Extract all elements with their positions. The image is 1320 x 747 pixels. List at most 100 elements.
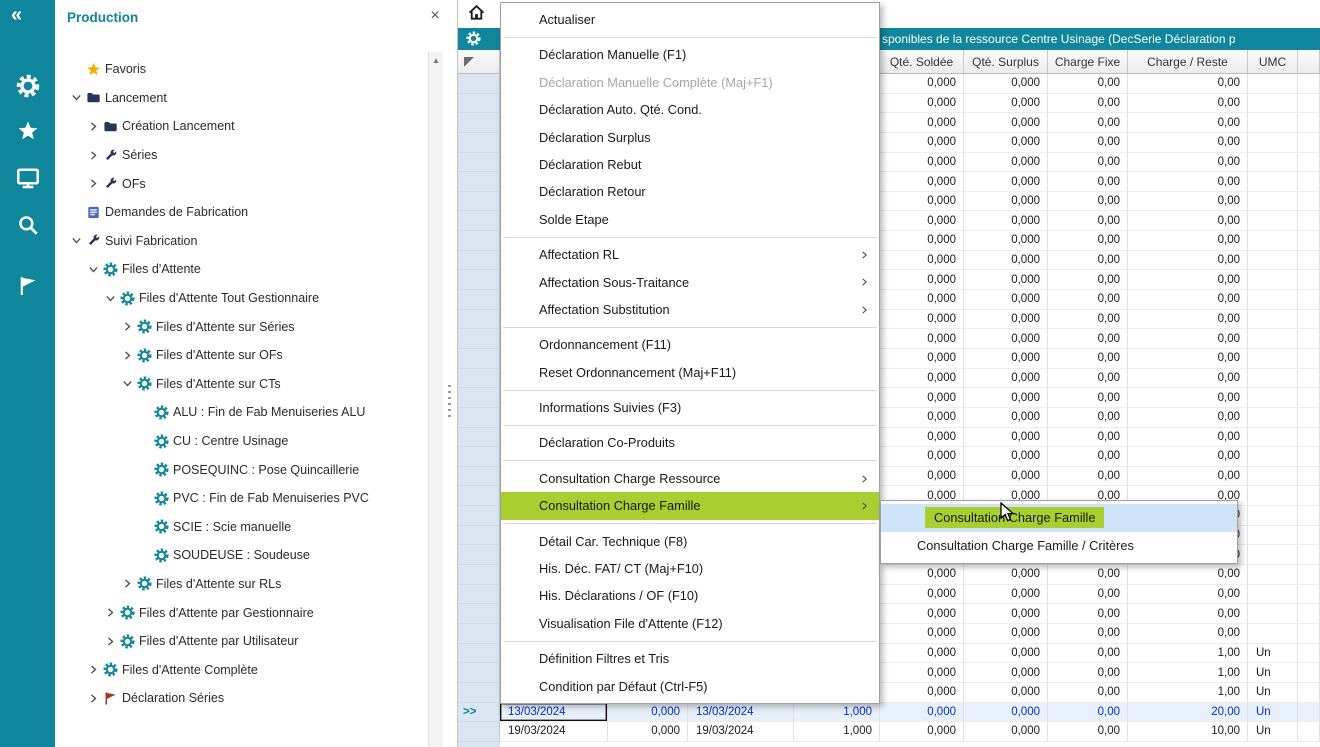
close-icon[interactable]: × — [426, 7, 444, 25]
menu-item-detail-car-technique-f8[interactable]: Détail Car. Technique (F8) — [501, 528, 879, 555]
tree-item-files-d-attente-sur-rls[interactable]: Files d'Attente sur RLs — [55, 570, 441, 599]
menu-item-declaration-auto-qte-cond[interactable]: Déclaration Auto. Qté. Cond. — [501, 96, 879, 123]
chevron-down-icon[interactable] — [68, 234, 85, 247]
column-header-umc[interactable]: UMC — [1248, 50, 1298, 74]
row-selector[interactable] — [458, 683, 500, 703]
tree-item-pvc-fin-de-fab-menuiseries-pvc[interactable]: PVC : Fin de Fab Menuiseries PVC — [55, 484, 441, 513]
menu-item-declaration-rebut[interactable]: Déclaration Rebut — [501, 151, 879, 178]
tree-item-suivi-fabrication[interactable]: Suivi Fabrication — [55, 227, 441, 256]
menu-item-ordonnancement-f11[interactable]: Ordonnancement (F11) — [501, 331, 879, 358]
row-selector[interactable] — [458, 722, 500, 742]
tree-item-lancement[interactable]: Lancement — [55, 84, 441, 113]
chevron-right-icon[interactable] — [85, 177, 102, 190]
table-row[interactable]: 19/03/20240,00019/03/20241,0000,0000,000… — [458, 722, 1320, 742]
column-header-qte-surplus[interactable]: Qté. Surplus — [964, 50, 1048, 74]
row-selector[interactable] — [458, 624, 500, 644]
menu-item-his-dec-fat-ct-maj-f10[interactable]: His. Déc. FAT/ CT (Maj+F10) — [501, 555, 879, 582]
column-header-charge-reste[interactable]: Charge / Reste — [1128, 50, 1248, 74]
row-selector[interactable] — [458, 231, 500, 251]
tree-item-posequinc-pose-quincaillerie[interactable]: POSEQUINC : Pose Quincaillerie — [55, 455, 441, 484]
menu-item-affectation-substitution[interactable]: Affectation Substitution — [501, 296, 879, 323]
menu-item-visualisation-file-d-attente-f12[interactable]: Visualisation File d'Attente (F12) — [501, 610, 879, 637]
row-selector[interactable] — [458, 486, 500, 506]
chevron-right-icon[interactable] — [85, 120, 102, 133]
tree-item-files-d-attente-sur-series[interactable]: Files d'Attente sur Séries — [55, 312, 441, 341]
menu-item-declaration-co-produits[interactable]: Déclaration Co-Produits — [501, 429, 879, 456]
row-selector[interactable] — [458, 545, 500, 565]
tree-item-files-d-attente[interactable]: Files d'Attente — [55, 255, 441, 284]
chevron-down-icon[interactable] — [102, 292, 119, 305]
row-selector[interactable] — [458, 585, 500, 605]
menu-item-affectation-sous-traitance[interactable]: Affectation Sous-Traitance — [501, 269, 879, 296]
tree-item-alu-fin-de-fab-menuiseries-alu[interactable]: ALU : Fin de Fab Menuiseries ALU — [55, 398, 441, 427]
tree-item-declaration-series[interactable]: Déclaration Séries — [55, 684, 441, 713]
row-selector[interactable]: >> — [458, 703, 500, 723]
menu-item-informations-suivies-f3[interactable]: Informations Suivies (F3) — [501, 394, 879, 421]
chevron-right-icon[interactable] — [102, 606, 119, 619]
menu-item-declaration-surplus[interactable]: Déclaration Surplus — [501, 124, 879, 151]
menu-item-solde-etape[interactable]: Solde Etape — [501, 206, 879, 233]
settings-icon[interactable] — [0, 66, 55, 106]
row-selector[interactable] — [458, 153, 500, 173]
tree-item-files-d-attente-sur-ofs[interactable]: Files d'Attente sur OFs — [55, 341, 441, 370]
row-selector[interactable] — [458, 506, 500, 526]
row-selector[interactable] — [458, 467, 500, 487]
row-selector[interactable] — [458, 211, 500, 231]
production-icon[interactable] — [0, 266, 55, 306]
menu-item-condition-par-defaut-ctrl-f5[interactable]: Condition par Défaut (Ctrl-F5) — [501, 673, 879, 700]
row-selector[interactable] — [458, 565, 500, 585]
tree-item-files-d-attente-par-gestionnaire[interactable]: Files d'Attente par Gestionnaire — [55, 598, 441, 627]
column-header-charge-fixe[interactable]: Charge Fixe — [1048, 50, 1128, 74]
menu-item-declaration-manuelle-f1[interactable]: Déclaration Manuelle (F1) — [501, 41, 879, 68]
chevron-right-icon[interactable] — [85, 692, 102, 705]
row-selector[interactable] — [458, 310, 500, 330]
menu-item-declaration-retour[interactable]: Déclaration Retour — [501, 178, 879, 205]
menu-item-his-declarations-of-f10[interactable]: His. Déclarations / OF (F10) — [501, 582, 879, 609]
chevron-right-icon[interactable] — [85, 149, 102, 162]
row-selector[interactable] — [458, 408, 500, 428]
tree-item-files-d-attente-tout-gestionnaire[interactable]: Files d'Attente Tout Gestionnaire — [55, 284, 441, 313]
row-selector[interactable] — [458, 349, 500, 369]
row-selector[interactable] — [458, 644, 500, 664]
tree-scrollbar[interactable]: ▲ — [428, 52, 443, 747]
scroll-up-icon[interactable]: ▲ — [429, 52, 443, 68]
tree-item-favoris[interactable]: Favoris — [55, 55, 441, 84]
column-header-qte-soldee[interactable]: Qté. Soldée — [880, 50, 964, 74]
tree-item-files-d-attente-sur-cts[interactable]: Files d'Attente sur CTs — [55, 370, 441, 399]
menu-item-affectation-rl[interactable]: Affectation RL — [501, 241, 879, 268]
panel-resize-handle[interactable] — [448, 385, 451, 419]
submenu-item-consultation-charge-famille[interactable]: Consultation Charge Famille — [881, 504, 1237, 532]
row-selector[interactable] — [458, 172, 500, 192]
row-selector[interactable] — [458, 94, 500, 114]
menu-item-consultation-charge-ressource[interactable]: Consultation Charge Ressource — [501, 465, 879, 492]
row-selector[interactable] — [458, 113, 500, 133]
row-selector[interactable] — [458, 526, 500, 546]
tree-item-cu-centre-usinage[interactable]: CU : Centre Usinage — [55, 427, 441, 456]
menu-item-consultation-charge-famille[interactable]: Consultation Charge Famille — [501, 492, 879, 519]
row-selector[interactable] — [458, 290, 500, 310]
row-selector[interactable] — [458, 604, 500, 624]
row-selector[interactable] — [458, 251, 500, 271]
menu-item-definition-filtres-et-tris[interactable]: Définition Filtres et Tris — [501, 645, 879, 672]
tree-item-files-d-attente-complete[interactable]: Files d'Attente Complète — [55, 655, 441, 684]
tree-item-files-d-attente-par-utilisateur[interactable]: Files d'Attente par Utilisateur — [55, 627, 441, 656]
row-selector[interactable] — [458, 428, 500, 448]
chevron-right-icon[interactable] — [102, 635, 119, 648]
row-selector[interactable] — [458, 270, 500, 290]
home-button[interactable] — [465, 4, 487, 26]
table-row[interactable]: >>13/03/20240,00013/03/20241,0000,0000,0… — [458, 703, 1320, 723]
row-selector[interactable] — [458, 329, 500, 349]
row-selector[interactable] — [458, 388, 500, 408]
tree-item-creation-lancement[interactable]: Création Lancement — [55, 112, 441, 141]
collapse-panel-icon[interactable]: « — [0, 0, 55, 30]
tree-item-soudeuse-soudeuse[interactable]: SOUDEUSE : Soudeuse — [55, 541, 441, 570]
menu-item-actualiser[interactable]: Actualiser — [501, 6, 879, 33]
search-icon[interactable] — [0, 205, 55, 245]
chevron-right-icon[interactable] — [119, 320, 136, 333]
select-all-corner[interactable] — [458, 50, 500, 74]
menu-item-reset-ordonnancement-maj-f11[interactable]: Reset Ordonnancement (Maj+F11) — [501, 359, 879, 386]
row-selector[interactable] — [458, 663, 500, 683]
workstations-icon[interactable] — [0, 158, 55, 198]
row-selector[interactable] — [458, 447, 500, 467]
row-selector[interactable] — [458, 192, 500, 212]
